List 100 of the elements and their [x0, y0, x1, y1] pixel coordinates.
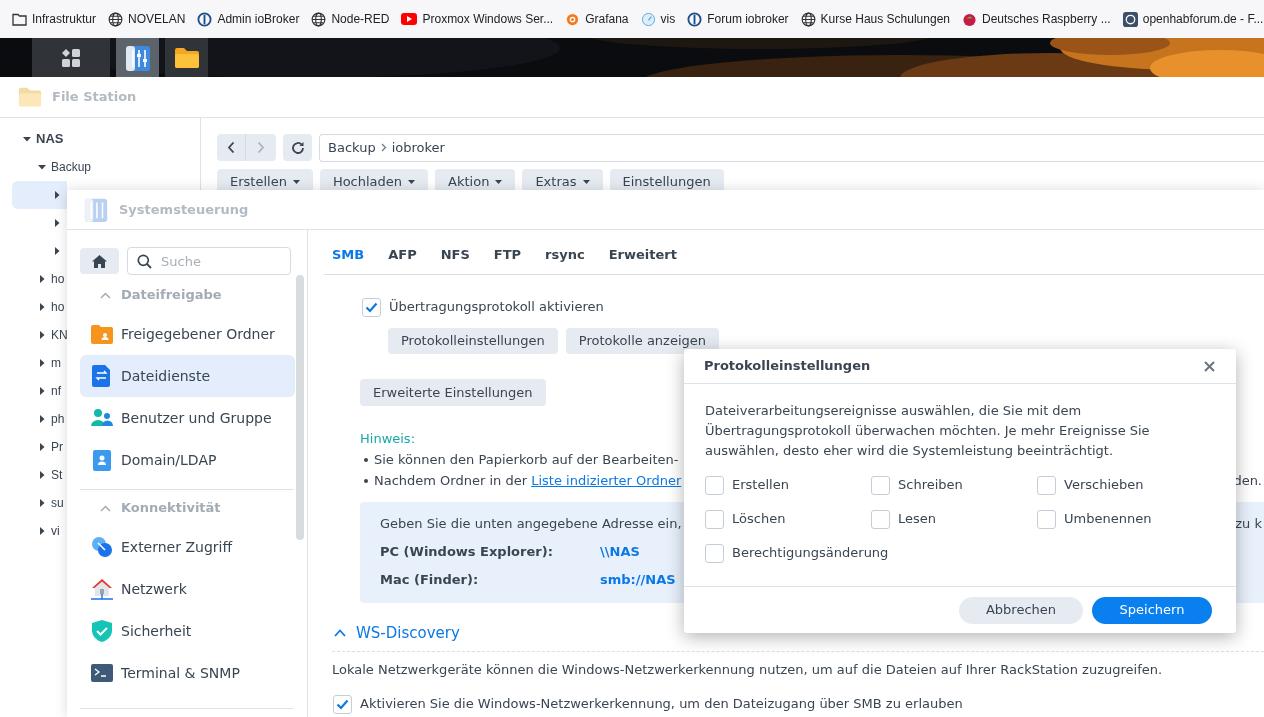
caret-icon[interactable] — [37, 386, 47, 396]
bookmark-link[interactable]: Infrastruktur — [12, 10, 97, 28]
nav-item[interactable]: Terminal & SNMP — [80, 652, 295, 694]
tree-item[interactable]: ho — [12, 293, 67, 321]
tab[interactable]: rsync — [545, 244, 585, 274]
bookmark-link[interactable]: Node-RED — [311, 10, 390, 28]
caret-icon[interactable] — [37, 470, 47, 480]
home-button[interactable] — [80, 248, 119, 274]
tree-item[interactable]: Backup — [12, 153, 188, 181]
caret-icon[interactable] — [37, 302, 47, 312]
button[interactable]: Erweiterte Einstellungen — [360, 379, 546, 406]
tab[interactable]: FTP — [493, 244, 522, 274]
checkbox[interactable] — [871, 509, 890, 529]
nav-item[interactable]: Netzwerk — [80, 568, 295, 610]
tree-item[interactable]: NAS — [12, 125, 188, 153]
tree-item[interactable]: St — [12, 461, 67, 489]
checkbox[interactable] — [871, 475, 890, 495]
nav-item[interactable]: Benutzer und Gruppe — [80, 397, 295, 439]
linked-circles-icon — [91, 536, 113, 558]
section-header[interactable]: WS-Discovery — [332, 621, 460, 645]
path-segment[interactable]: Backup — [328, 137, 376, 158]
checkbox-label: Löschen — [732, 510, 786, 529]
address-value: \\NAS — [600, 543, 640, 562]
tree-item[interactable]: nf — [12, 377, 67, 405]
tree-item[interactable]: m — [12, 349, 67, 377]
caret-icon[interactable] — [37, 442, 47, 452]
bookmark-link[interactable]: NOVELAN — [108, 10, 186, 28]
checkbox[interactable] — [362, 297, 381, 317]
save-button[interactable]: Speichern — [1092, 596, 1212, 624]
button[interactable]: Protokolle anzeigen — [565, 328, 719, 354]
tree-item[interactable]: Pr — [12, 433, 67, 461]
nav-item[interactable]: Domain/LDAP — [80, 439, 295, 481]
bookmark-link[interactable]: Kurse Haus Schulungen — [800, 10, 950, 28]
tree-item[interactable]: su — [12, 489, 67, 517]
toolbar-button[interactable]: Erstellen — [217, 169, 313, 191]
berry-icon — [962, 11, 977, 27]
bookmark-link[interactable]: Grafana — [565, 10, 629, 28]
button[interactable]: Protokolleinstellungen — [388, 328, 558, 354]
taskbar-button[interactable] — [116, 38, 159, 77]
caret-icon[interactable] — [37, 526, 47, 536]
checkbox[interactable] — [705, 509, 724, 529]
toolbar-button[interactable]: Extras — [522, 169, 603, 191]
caret-icon[interactable] — [37, 162, 47, 172]
caret-icon[interactable] — [22, 134, 32, 144]
tab[interactable]: Erweitert — [608, 244, 677, 274]
checkbox-label: Berechtigungsänderung — [732, 544, 889, 563]
search-field[interactable]: Suche — [127, 247, 291, 275]
tab[interactable]: AFP — [388, 244, 417, 274]
nav-item[interactable]: Externer Zugriff — [80, 526, 295, 568]
checkbox[interactable] — [705, 475, 724, 495]
caret-icon[interactable] — [52, 246, 62, 256]
tree-item[interactable]: ph — [12, 405, 67, 433]
nav-item[interactable]: Freigegebener Ordner — [80, 313, 295, 355]
taskbar-button[interactable] — [32, 38, 110, 77]
caret-icon[interactable] — [37, 498, 47, 508]
close-button[interactable] — [1202, 359, 1216, 373]
tree-item[interactable]: vi — [12, 517, 67, 545]
nav-item[interactable]: Dateidienste — [80, 355, 295, 397]
bookmark-link[interactable]: openhabforum.de - F... — [1122, 10, 1264, 28]
checkbox[interactable] — [705, 543, 724, 563]
toolbar-button[interactable]: Aktion — [435, 169, 516, 191]
checkbox[interactable] — [1037, 475, 1056, 495]
bookmark-link[interactable]: Admin ioBroker — [197, 10, 300, 28]
bookmark-link[interactable]: vis — [640, 10, 676, 28]
toolbar-button[interactable]: Hochladen — [319, 169, 429, 191]
checkbox-label: Übertragungsprotokoll aktivieren — [389, 298, 604, 317]
note-title: Hinweis: — [360, 430, 416, 448]
cancel-button[interactable]: Abbrechen — [959, 596, 1083, 624]
checkbox[interactable] — [333, 694, 352, 714]
description: Lokale Netzwerkgeräte können die Windows-Netzwerkerkennung nutzen, um auf die Dateien auf Ihrer RackStation zuzugreifen. — [332, 661, 1164, 679]
tree-item[interactable]: KN — [12, 321, 67, 349]
bookmark-link[interactable]: Deutsches Raspberry ... — [962, 10, 1111, 28]
globe-icon — [108, 11, 124, 27]
tab[interactable]: NFS — [440, 244, 470, 274]
gauge-icon — [640, 11, 656, 27]
refresh-button[interactable] — [283, 134, 312, 161]
checkbox-label: Umbenennen — [1064, 510, 1152, 529]
scrollbar-thumb[interactable] — [296, 275, 304, 540]
bookmark-link[interactable]: Forum iobroker — [687, 10, 789, 28]
ring-icon — [197, 11, 213, 27]
nav-item[interactable]: Sicherheit — [80, 610, 295, 652]
grid-icon — [61, 47, 81, 68]
caret-icon[interactable] — [52, 218, 62, 228]
tree-item[interactable]: ho — [12, 265, 67, 293]
tab[interactable]: SMB — [332, 244, 365, 274]
caret-icon[interactable] — [52, 190, 62, 200]
bookmark-link[interactable]: Proxmox Windows Ser... — [401, 10, 554, 28]
checkbox[interactable] — [1037, 509, 1056, 529]
path-segment[interactable]: iobroker — [391, 137, 445, 158]
caret-icon[interactable] — [37, 414, 47, 424]
taskbar-button[interactable] — [165, 38, 208, 77]
folder-icon — [12, 12, 27, 26]
caret-icon[interactable] — [37, 274, 47, 284]
path-field[interactable]: Backup iobroker — [319, 133, 1264, 162]
link[interactable]: Liste indizierter Ordner — [531, 473, 682, 488]
toolbar-button[interactable]: Einstellungen — [609, 169, 724, 191]
document-icon — [92, 365, 112, 387]
caret-icon[interactable] — [37, 330, 47, 340]
caret-icon[interactable] — [37, 358, 47, 368]
caret-icon — [495, 179, 503, 184]
